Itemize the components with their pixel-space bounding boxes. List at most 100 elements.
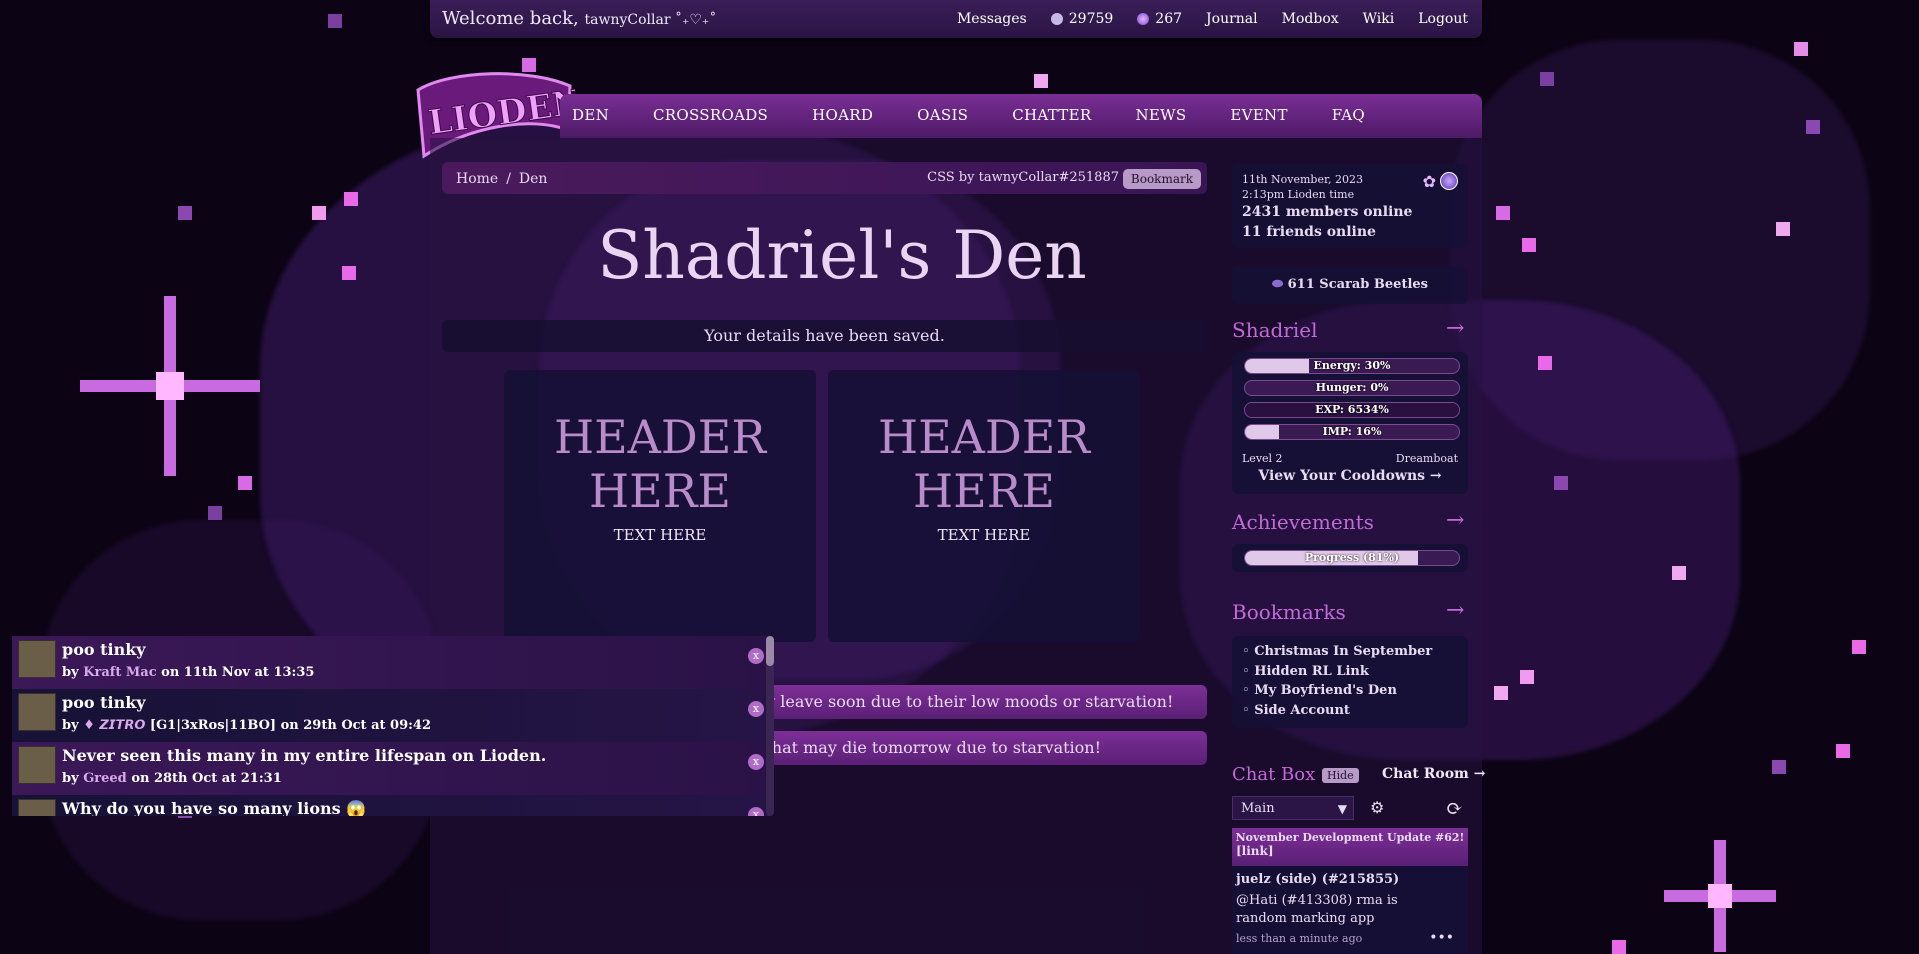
post-row[interactable]: Why do you have so many lions 😱 x [12, 795, 772, 816]
journal-link[interactable]: Journal [1206, 11, 1258, 27]
post-title[interactable]: poo tinky [62, 640, 146, 659]
chat-hide-button[interactable]: Hide [1322, 768, 1359, 783]
logout-link[interactable]: Logout [1418, 11, 1468, 27]
header-title: HEADER HERE [553, 410, 766, 518]
saved-notice: Your details have been saved. [442, 320, 1207, 352]
nav-item-chatter[interactable]: CHATTER [1012, 106, 1091, 124]
main-nav: DEN CROSSROADS HOARD OASIS CHATTER NEWS EVENT F… [560, 94, 1482, 138]
close-icon[interactable]: x [748, 807, 764, 816]
post-row[interactable]: poo tinky by Kraft Mac on 11th Nov at 13:… [12, 636, 772, 689]
post-meta: by Greed on 28th Oct at 21:31 [62, 771, 282, 786]
achievements-heading[interactable]: Achievements [1232, 510, 1374, 534]
avatar[interactable] [18, 746, 56, 784]
close-icon[interactable]: x [748, 648, 764, 664]
beetle-count[interactable]: 611 Scarab Beetles [1288, 277, 1428, 292]
post-title[interactable]: Never seen this many in my entire lifesp… [62, 746, 546, 765]
gem-icon [1137, 13, 1150, 25]
bookmark-item[interactable]: My Boyfriend's Den [1242, 681, 1468, 701]
post-title[interactable]: Why do you have so many lions 😱 [62, 799, 366, 816]
chat-message-options-icon[interactable]: ••• [1429, 930, 1454, 946]
stat-bar: IMP: 16% [1244, 424, 1460, 440]
achievements-box: Progress (81%) [1232, 544, 1468, 572]
page-title: Shadriel's Den [597, 217, 1087, 294]
chat-box-heading: Chat Box [1232, 764, 1316, 785]
lion-arrow-icon[interactable]: → [1446, 316, 1464, 341]
stat-bar-label: EXP: 6534% [1315, 403, 1389, 416]
cooldowns-link[interactable]: View Your Cooldowns → [1232, 468, 1468, 484]
post-author[interactable]: ♦ 𝙕𝙄𝙏𝙍𝙊 [83, 718, 145, 733]
nav-item-event[interactable]: EVENT [1230, 106, 1287, 124]
cowrie-icon [1050, 13, 1063, 25]
nav-item-den[interactable]: DEN [572, 106, 609, 124]
stat-bar-label: Hunger: 0% [1315, 381, 1389, 394]
bookmark-button[interactable]: Bookmark [1122, 169, 1201, 189]
modbox-link[interactable]: Modbox [1282, 11, 1339, 27]
refresh-icon[interactable]: ⟳ [1446, 796, 1463, 820]
beetle-icon: ⬬ [1272, 277, 1284, 292]
friends-online[interactable]: 11 friends online [1242, 224, 1376, 240]
chat-channel-value: Main [1241, 801, 1275, 816]
nav-item-oasis[interactable]: OASIS [917, 106, 968, 124]
currency-2: 267 [1137, 11, 1182, 27]
scroll-thumb[interactable] [766, 636, 774, 666]
bookmark-item[interactable]: Christmas In September [1242, 642, 1468, 662]
bookmark-item[interactable]: Side Account [1242, 701, 1468, 721]
stat-bar-label: IMP: 16% [1322, 425, 1382, 438]
bookmark-item[interactable]: Hidden RL Link [1242, 662, 1468, 682]
lion-name-heading[interactable]: Shadriel [1232, 318, 1318, 342]
chat-channel-select[interactable]: Main ▼ [1232, 796, 1354, 820]
stat-bar: Energy: 30% [1244, 358, 1460, 374]
header-box: HEADER HERE TEXT HERE [504, 370, 816, 642]
top-nav: Messages 29759 267 Journal Modbox Wiki L… [957, 11, 1468, 27]
top-bar: Welcome back, tawnyCollar ˚₊♡₊˚ Messages… [430, 0, 1482, 38]
header-title: HEADER HERE [877, 410, 1090, 518]
close-icon[interactable]: x [748, 701, 764, 717]
post-author-tag: [G1|3xRos|11BO] [149, 718, 277, 733]
chat-message-time: less than a minute ago [1236, 932, 1363, 945]
time-box: 11th November, 2023 2:13pm Lioden time 24… [1232, 164, 1468, 248]
post-author[interactable]: Greed [83, 771, 127, 786]
breadcrumb-current: Den [518, 171, 548, 187]
announcement-link[interactable]: [link] [1232, 844, 1468, 858]
bookmarks-arrow-icon[interactable]: → [1446, 598, 1464, 623]
moon-icon[interactable] [1440, 172, 1458, 190]
achievement-progress-bar: Progress (81%) [1244, 550, 1460, 566]
nav-item-crossroads[interactable]: CROSSROADS [653, 106, 768, 124]
members-online[interactable]: 2431 members online [1242, 204, 1412, 220]
header-text: TEXT HERE [613, 526, 707, 544]
breadcrumb-home[interactable]: Home [456, 171, 498, 187]
nav-item-hoard[interactable]: HOARD [812, 106, 873, 124]
breadcrumb: Home / Den [456, 171, 547, 187]
username[interactable]: tawnyCollar ˚₊♡₊˚ [585, 12, 717, 28]
beetles-box: ⬬ 611 Scarab Beetles [1232, 266, 1468, 304]
chat-message-user[interactable]: juelz (side) (#215855) [1236, 872, 1399, 887]
welcome-text: Welcome back, [442, 8, 579, 29]
nav-item-news[interactable]: NEWS [1135, 106, 1186, 124]
achievements-arrow-icon[interactable]: → [1446, 508, 1464, 533]
bookmarks-heading[interactable]: Bookmarks [1232, 600, 1346, 624]
avatar[interactable] [18, 693, 56, 731]
lion-stats-box: Energy: 30% Hunger: 0% EXP: 6534% IMP: 16% L… [1232, 352, 1468, 494]
posts-scrollbar[interactable] [766, 636, 774, 816]
wiki-link[interactable]: Wiki [1363, 11, 1395, 27]
welcome-message: Welcome back, tawnyCollar ˚₊♡₊˚ [442, 8, 716, 29]
chat-message: juelz (side) (#215855) @Hati (#413308) r… [1232, 866, 1468, 954]
lion-level: Level 2 [1242, 452, 1283, 465]
avatar[interactable] [18, 799, 56, 816]
online-counts: 2431 members online 11 friends online [1242, 202, 1412, 242]
header-box: HEADER HERE TEXT HERE [828, 370, 1140, 642]
messages-link[interactable]: Messages [957, 11, 1027, 27]
post-row[interactable]: poo tinky by ♦ 𝙕𝙄𝙏𝙍𝙊 [G1|3xRos|11BO] on 2… [12, 689, 772, 742]
currency-1-value: 29759 [1068, 11, 1114, 27]
chat-message-body: @Hati (#413308) rma is random marking ap… [1236, 893, 1398, 926]
avatar[interactable] [18, 640, 56, 678]
chat-room-link[interactable]: Chat Room → [1382, 766, 1485, 782]
close-icon[interactable]: x [748, 754, 764, 770]
post-author[interactable]: Kraft Mac [83, 665, 156, 680]
post-row[interactable]: Never seen this many in my entire lifesp… [12, 742, 772, 795]
post-title[interactable]: poo tinky [62, 693, 146, 712]
css-credit[interactable]: CSS by tawnyCollar#251887 [927, 170, 1119, 185]
nav-item-faq[interactable]: FAQ [1332, 106, 1365, 124]
flower-icon[interactable]: ✿ [1423, 172, 1436, 191]
gear-icon[interactable]: ⚙ [1370, 798, 1384, 817]
